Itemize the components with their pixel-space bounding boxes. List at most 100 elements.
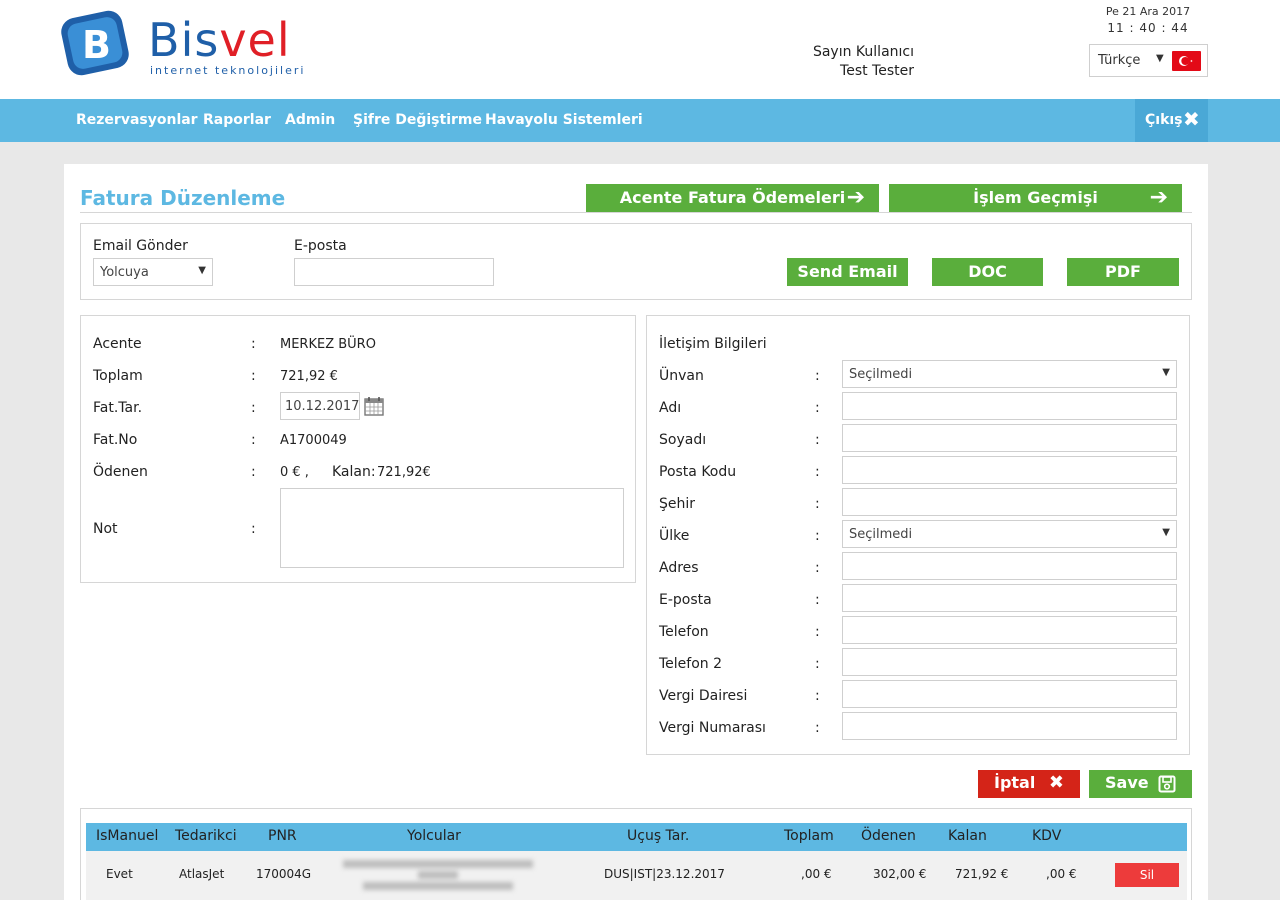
cell-flight: DUS|IST|23.12.2017 <box>604 867 725 881</box>
nav-item-raporlar[interactable]: Raporlar <box>203 112 271 128</box>
contact-field-label: Vergi Dairesi <box>659 688 748 704</box>
colon: : <box>251 336 256 352</box>
cell-is-manual: Evet <box>106 867 133 881</box>
passengers-redacted <box>338 857 538 897</box>
contact-field-input[interactable] <box>842 712 1177 740</box>
contact-info-box: İletişim Bilgileri Ünvan: Seçilmedi ▼ Adı: S… <box>646 315 1190 755</box>
contact-field-label: Ünvan <box>659 368 704 384</box>
title-divider <box>80 212 1192 213</box>
logout-button[interactable]: Çıkış ✖ <box>1135 99 1208 142</box>
invoice-date-label: Fat.Tar. <box>93 400 143 416</box>
pdf-button[interactable]: PDF <box>1067 258 1179 286</box>
th-ucus-tar: Uçuş Tar. <box>627 828 690 844</box>
time-text: 11 : 40 : 44 <box>1107 21 1189 35</box>
colon: : <box>815 496 820 512</box>
contact-field-input[interactable] <box>842 488 1177 516</box>
contact-field-label: Soyadı <box>659 432 707 448</box>
cancel-button[interactable]: İptal ✖ <box>978 770 1080 798</box>
transaction-history-button[interactable]: İşlem Geçmişi ➔ <box>889 184 1182 212</box>
th-yolcular: Yolcular <box>407 828 461 844</box>
contact-title: İletişim Bilgileri <box>659 336 767 352</box>
contact-field-select[interactable]: Seçilmedi ▼ <box>842 520 1177 548</box>
colon: : <box>251 464 256 480</box>
logo-mark-icon: B <box>61 10 134 76</box>
note-textarea[interactable] <box>280 488 624 568</box>
floppy-disk-icon <box>1158 775 1176 793</box>
transaction-history-label: İşlem Geçmişi <box>973 188 1098 207</box>
colon: : <box>815 432 820 448</box>
language-select[interactable]: Türkçe ▼ <box>1089 44 1208 77</box>
contact-field-value: Seçilmedi <box>849 527 913 542</box>
note-label: Not <box>93 521 118 537</box>
bisvel-logo[interactable]: B Bisvel internet teknolojileri <box>60 10 303 82</box>
contact-field-label: E-posta <box>659 592 712 608</box>
close-icon: ✖ <box>1048 772 1064 793</box>
contact-field-select[interactable]: Seçilmedi ▼ <box>842 360 1177 388</box>
agency-label: Acente <box>93 336 142 352</box>
contact-field-label: Adres <box>659 560 699 576</box>
colon: : <box>815 656 820 672</box>
cell-total: ,00 € <box>801 867 832 881</box>
total-value: 721,92 € <box>280 369 338 384</box>
caret-down-icon: ▼ <box>1162 367 1170 378</box>
contact-field-input[interactable] <box>842 648 1177 676</box>
delete-row-button[interactable]: Sil <box>1115 863 1179 887</box>
contact-field-input[interactable] <box>842 584 1177 612</box>
email-send-select[interactable]: Yolcuya ▼ <box>93 258 213 286</box>
contact-field-input[interactable] <box>842 424 1177 452</box>
agency-value: MERKEZ BÜRO <box>280 337 376 352</box>
paid-value: 0 € , <box>280 465 309 480</box>
doc-button[interactable]: DOC <box>932 258 1043 286</box>
agency-invoice-payments-label: Acente Fatura Ödemeleri <box>619 188 846 207</box>
cancel-label: İptal <box>994 773 1036 792</box>
colon: : <box>815 368 820 384</box>
agency-invoice-payments-button[interactable]: Acente Fatura Ödemeleri ➔ <box>586 184 879 212</box>
save-button[interactable]: Save <box>1089 770 1192 798</box>
contact-field-input[interactable] <box>842 680 1177 708</box>
nav-item-sifre-degistirme[interactable]: Şifre Değiştirme <box>353 112 482 128</box>
contact-field-input[interactable] <box>842 552 1177 580</box>
email-send-label: Email Gönder <box>93 238 188 254</box>
nav-item-rezervasyonlar[interactable]: Rezervasyonlar <box>76 112 198 128</box>
date-text: Pe 21 Ara 2017 <box>1105 5 1191 18</box>
cell-paid: 302,00 € <box>873 867 927 881</box>
doc-label: DOC <box>968 262 1007 281</box>
contact-field-input[interactable] <box>842 456 1177 484</box>
nav-item-admin[interactable]: Admin <box>285 112 335 128</box>
colon: : <box>251 432 256 448</box>
email-send-value: Yolcuya <box>100 265 149 280</box>
send-email-button[interactable]: Send Email <box>787 258 908 286</box>
contact-field-label: Posta Kodu <box>659 464 737 480</box>
contact-field-input[interactable] <box>842 392 1177 420</box>
svg-text:B: B <box>82 23 111 67</box>
datetime: Pe 21 Ara 2017 11 : 40 : 44 <box>1100 4 1196 36</box>
caret-down-icon: ▼ <box>1156 53 1164 64</box>
colon: : <box>251 400 256 416</box>
colon: : <box>251 521 256 537</box>
remaining-value: 721,92€ <box>377 465 431 480</box>
contact-field-input[interactable] <box>842 616 1177 644</box>
th-ismanuel: IsManuel <box>96 828 159 844</box>
contact-field-label: Vergi Numarası <box>659 720 766 736</box>
th-toplam: Toplam <box>784 828 834 844</box>
send-email-label: Send Email <box>797 262 898 281</box>
colon: : <box>815 720 820 736</box>
th-odenen: Ödenen <box>861 828 916 844</box>
nav-item-havayolu-sistemleri[interactable]: Havayolu Sistemleri <box>485 112 643 128</box>
th-tedarikci: Tedarikci <box>175 828 237 844</box>
total-label: Toplam <box>93 368 143 384</box>
colon: : <box>815 560 820 576</box>
user-name: Test Tester <box>840 63 914 79</box>
contact-field-label: Ülke <box>659 528 690 544</box>
calendar-icon[interactable] <box>364 396 384 416</box>
email-input[interactable] <box>294 258 494 286</box>
paid-label: Ödenen <box>93 464 148 480</box>
colon: : <box>815 688 820 704</box>
invoice-date-input[interactable]: 10.12.2017 <box>280 392 360 420</box>
close-icon: ✖ <box>1183 107 1200 131</box>
main-navbar: Rezervasyonlar Raporlar Admin Şifre Deği… <box>0 99 1280 142</box>
cell-supplier: AtlasJet <box>179 867 225 881</box>
arrow-right-icon: ➔ <box>846 185 865 210</box>
email-box: Email Gönder Yolcuya ▼ E-posta Send Emai… <box>80 223 1192 300</box>
page-title: Fatura Düzenleme <box>80 186 286 210</box>
